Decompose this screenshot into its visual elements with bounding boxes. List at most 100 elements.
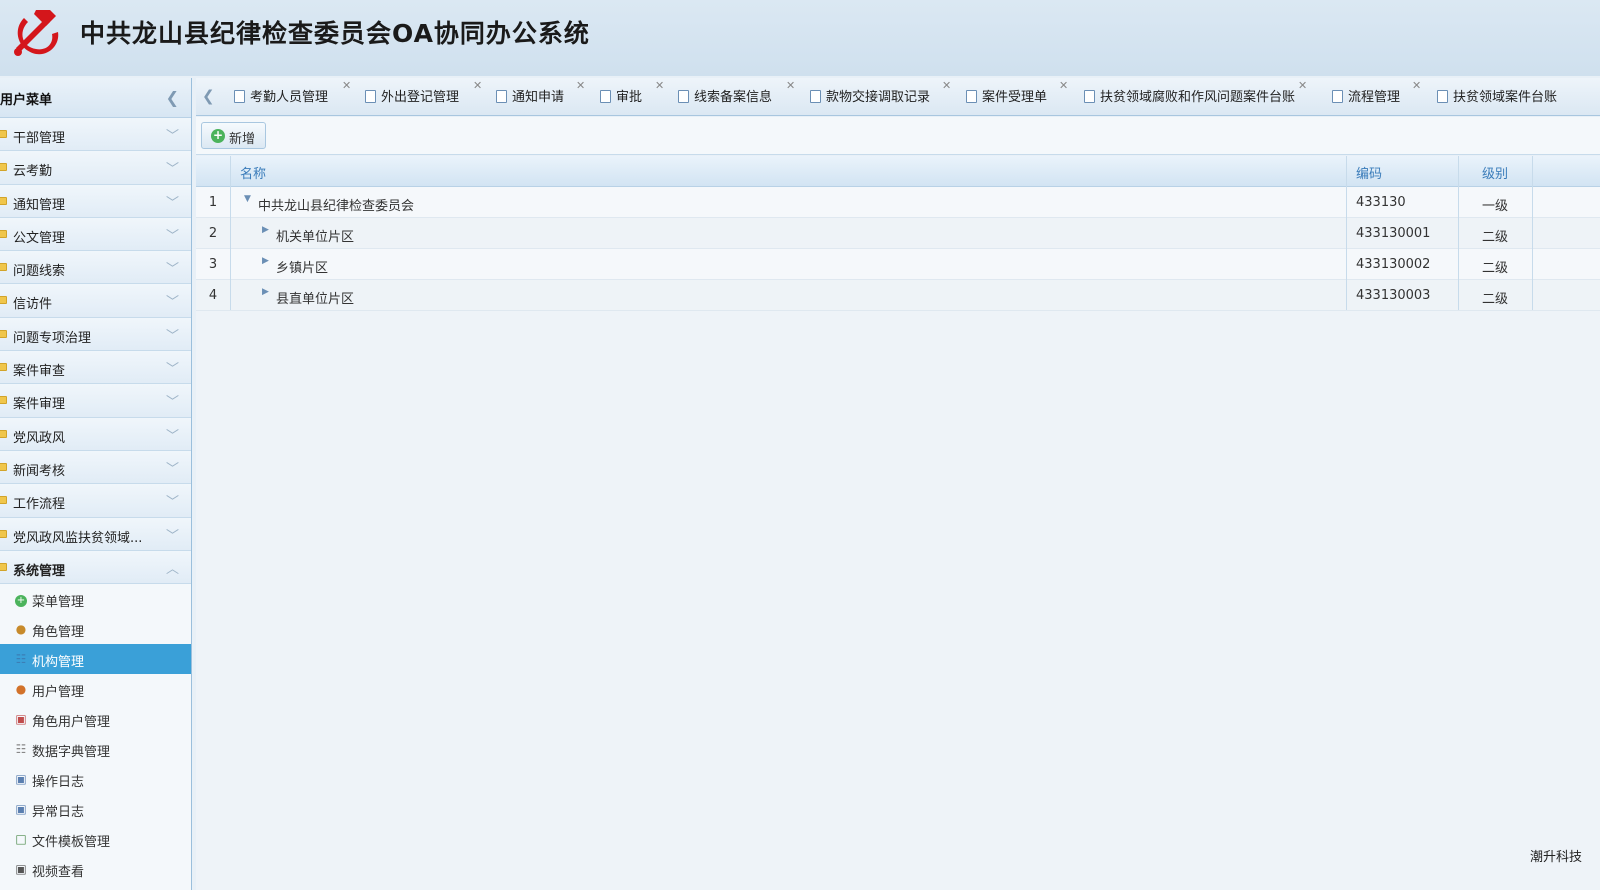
tab[interactable]: 线索备案信息 ✕	[678, 79, 795, 108]
org-level-cell: 二级	[1481, 261, 1508, 276]
sidebar-group[interactable]: 通知管理 ﹀	[0, 184, 191, 218]
row-number: 1	[208, 195, 218, 210]
sidebar-item[interactable]: + 菜单管理	[0, 584, 191, 614]
sidebar-group[interactable]: 系统管理 ︿	[0, 550, 191, 585]
org-name-cell: 机关单位片区	[276, 230, 355, 245]
sidebar-group[interactable]: 问题线索 ﹀	[0, 251, 191, 285]
document-icon	[966, 90, 977, 103]
sidebar-group[interactable]: 公文管理 ﹀	[0, 217, 191, 252]
tab[interactable]: 审批 ✕	[600, 79, 664, 108]
sidebar-group[interactable]: 党风政风 ﹀	[0, 417, 191, 451]
tree-collapsed-icon[interactable]: ▶	[262, 287, 269, 297]
column-header-level[interactable]: 级别	[1458, 163, 1532, 182]
tab-label: 案件受理单	[982, 90, 1048, 105]
sidebar-group-label: 问题线索	[13, 264, 66, 280]
chevron-left-icon[interactable]: ❮	[166, 88, 179, 107]
add-button[interactable]: + 新增	[201, 122, 266, 149]
sidebar-item[interactable]: ▣ 角色用户管理	[0, 704, 191, 734]
sidebar-item[interactable]: ☷ 机构管理	[0, 644, 191, 675]
chevron-down-icon: ﹀	[165, 129, 179, 144]
table-row[interactable]: 1 ▼ 中共龙山县纪律检查委员会 433130 一级	[196, 187, 1600, 218]
sidebar-item[interactable]: ▣ 操作日志	[0, 764, 191, 794]
tab[interactable]: 流程管理 ✕	[1332, 79, 1421, 108]
template-icon: □	[15, 832, 27, 847]
org-level-cell: 二级	[1481, 292, 1508, 307]
close-icon[interactable]: ✕	[342, 79, 351, 92]
sidebar-group[interactable]: 信访件 ﹀	[0, 284, 191, 318]
tree-expanded-icon[interactable]: ▼	[244, 194, 251, 204]
sidebar-item[interactable]: ▣ 视频查看	[0, 854, 191, 884]
app-header: 中共龙山县纪律检查委员会OA协同办公系统	[0, 0, 1600, 76]
tab-label: 扶贫领域腐败和作风问题案件台账	[1100, 90, 1296, 105]
table-row[interactable]: 4 ▶ 县直单位片区 433130003 二级	[196, 280, 1600, 311]
sidebar-group-label: 党风政风	[13, 430, 66, 446]
org-name-cell: 乡镇片区	[276, 261, 329, 276]
tab[interactable]: 通知申请 ✕	[496, 79, 585, 108]
tab-bar: ❮ 考勤人员管理 ✕ 外出登记管理 ✕ 通知申请 ✕ 审批 ✕ 线索备案信息 ✕ 款物交接调取记录 ✕…	[196, 78, 1600, 116]
add-circle-icon: +	[15, 595, 27, 608]
org-code-cell: 433130003	[1356, 288, 1431, 303]
sidebar-group[interactable]: 党风政风监扶贫领域... ﹀	[0, 517, 191, 551]
org-level-cell: 一级	[1481, 199, 1508, 214]
tree-collapsed-icon[interactable]: ▶	[262, 225, 269, 235]
close-icon[interactable]: ✕	[576, 79, 585, 92]
sidebar-item[interactable]: ☷ 数据字典管理	[0, 734, 191, 764]
org-code-cell: 433130001	[1356, 226, 1431, 241]
tab-scroll-left-icon[interactable]: ❮	[202, 87, 215, 105]
tab[interactable]: 案件受理单 ✕	[966, 79, 1068, 108]
close-icon[interactable]: ✕	[786, 79, 795, 92]
sidebar-item[interactable]: ▣ 异常日志	[0, 794, 191, 824]
tree-collapsed-icon[interactable]: ▶	[262, 256, 269, 266]
sidebar-group-label: 干部管理	[13, 131, 66, 146]
grid-header: 名称 编码 级别	[196, 156, 1600, 187]
chevron-down-icon: ﹀	[165, 295, 179, 311]
sidebar-item[interactable]: □ 文件模板管理	[0, 824, 191, 854]
sidebar-group[interactable]: 案件审查 ﹀	[0, 351, 191, 385]
sidebar-item[interactable]: ● 角色管理	[0, 614, 191, 644]
folder-icon	[0, 130, 7, 138]
tab[interactable]: 扶贫领域案件台账	[1437, 86, 1557, 108]
org-code-cell: 433130002	[1356, 257, 1431, 272]
sidebar-group[interactable]: 问题专项治理 ﹀	[0, 317, 191, 352]
tab[interactable]: 考勤人员管理 ✕	[234, 79, 351, 108]
close-icon[interactable]: ✕	[1412, 79, 1421, 92]
row-number: 3	[208, 257, 218, 272]
tab[interactable]: 款物交接调取记录 ✕	[810, 79, 951, 108]
close-icon[interactable]: ✕	[1298, 79, 1307, 92]
column-header-name[interactable]: 名称	[240, 163, 266, 182]
column-header-code[interactable]: 编码	[1356, 163, 1382, 182]
tab-label: 款物交接调取记录	[826, 90, 931, 105]
sidebar-group-label: 案件审查	[13, 364, 66, 380]
sidebar-group-label: 系统管理	[13, 563, 66, 579]
folder-icon	[0, 329, 7, 338]
tab-label: 线索备案信息	[694, 90, 773, 105]
close-icon[interactable]: ✕	[473, 79, 482, 92]
log-icon: ▣	[15, 772, 27, 787]
error-log-icon: ▣	[15, 802, 27, 817]
org-name-cell: 县直单位片区	[276, 292, 355, 307]
sidebar-group[interactable]: 云考勤 ﹀	[0, 151, 191, 185]
close-icon[interactable]: ✕	[942, 79, 951, 92]
sidebar-item[interactable]: ● 用户管理	[0, 674, 191, 704]
table-row[interactable]: 2 ▶ 机关单位片区 433130001 二级	[196, 218, 1600, 249]
sidebar-group[interactable]: 干部管理 ﹀	[0, 118, 191, 152]
close-icon[interactable]: ✕	[1059, 79, 1068, 92]
tab-label: 审批	[616, 90, 643, 105]
add-button-label: 新增	[229, 132, 256, 147]
sidebar-group-label: 问题专项治理	[13, 330, 92, 346]
sidebar-group[interactable]: 新闻考核 ﹀	[0, 450, 191, 485]
tab[interactable]: 扶贫领域腐败和作风问题案件台账 ✕	[1084, 79, 1307, 108]
sidebar-group[interactable]: 工作流程 ﹀	[0, 484, 191, 518]
sidebar-group[interactable]: 案件审理 ﹀	[0, 384, 191, 418]
org-code-cell: 433130	[1356, 195, 1406, 210]
folder-icon	[0, 496, 7, 505]
tab-label: 扶贫领域案件台账	[1453, 90, 1558, 105]
tab[interactable]: 外出登记管理 ✕	[365, 79, 482, 108]
table-row[interactable]: 3 ▶ 乡镇片区 433130002 二级	[196, 249, 1600, 280]
close-icon[interactable]: ✕	[655, 79, 664, 92]
sidebar-item-label: 菜单管理	[32, 595, 85, 611]
chevron-down-icon: ﹀	[165, 195, 179, 211]
sidebar-item-label: 用户管理	[32, 685, 85, 701]
org-tree-grid: 名称 编码 级别 1 ▼ 中共龙山县纪律检查委员会 433130 一级 2 ▶ 机关单位片区 4…	[196, 156, 1600, 890]
chevron-up-icon: ︿	[165, 561, 179, 577]
